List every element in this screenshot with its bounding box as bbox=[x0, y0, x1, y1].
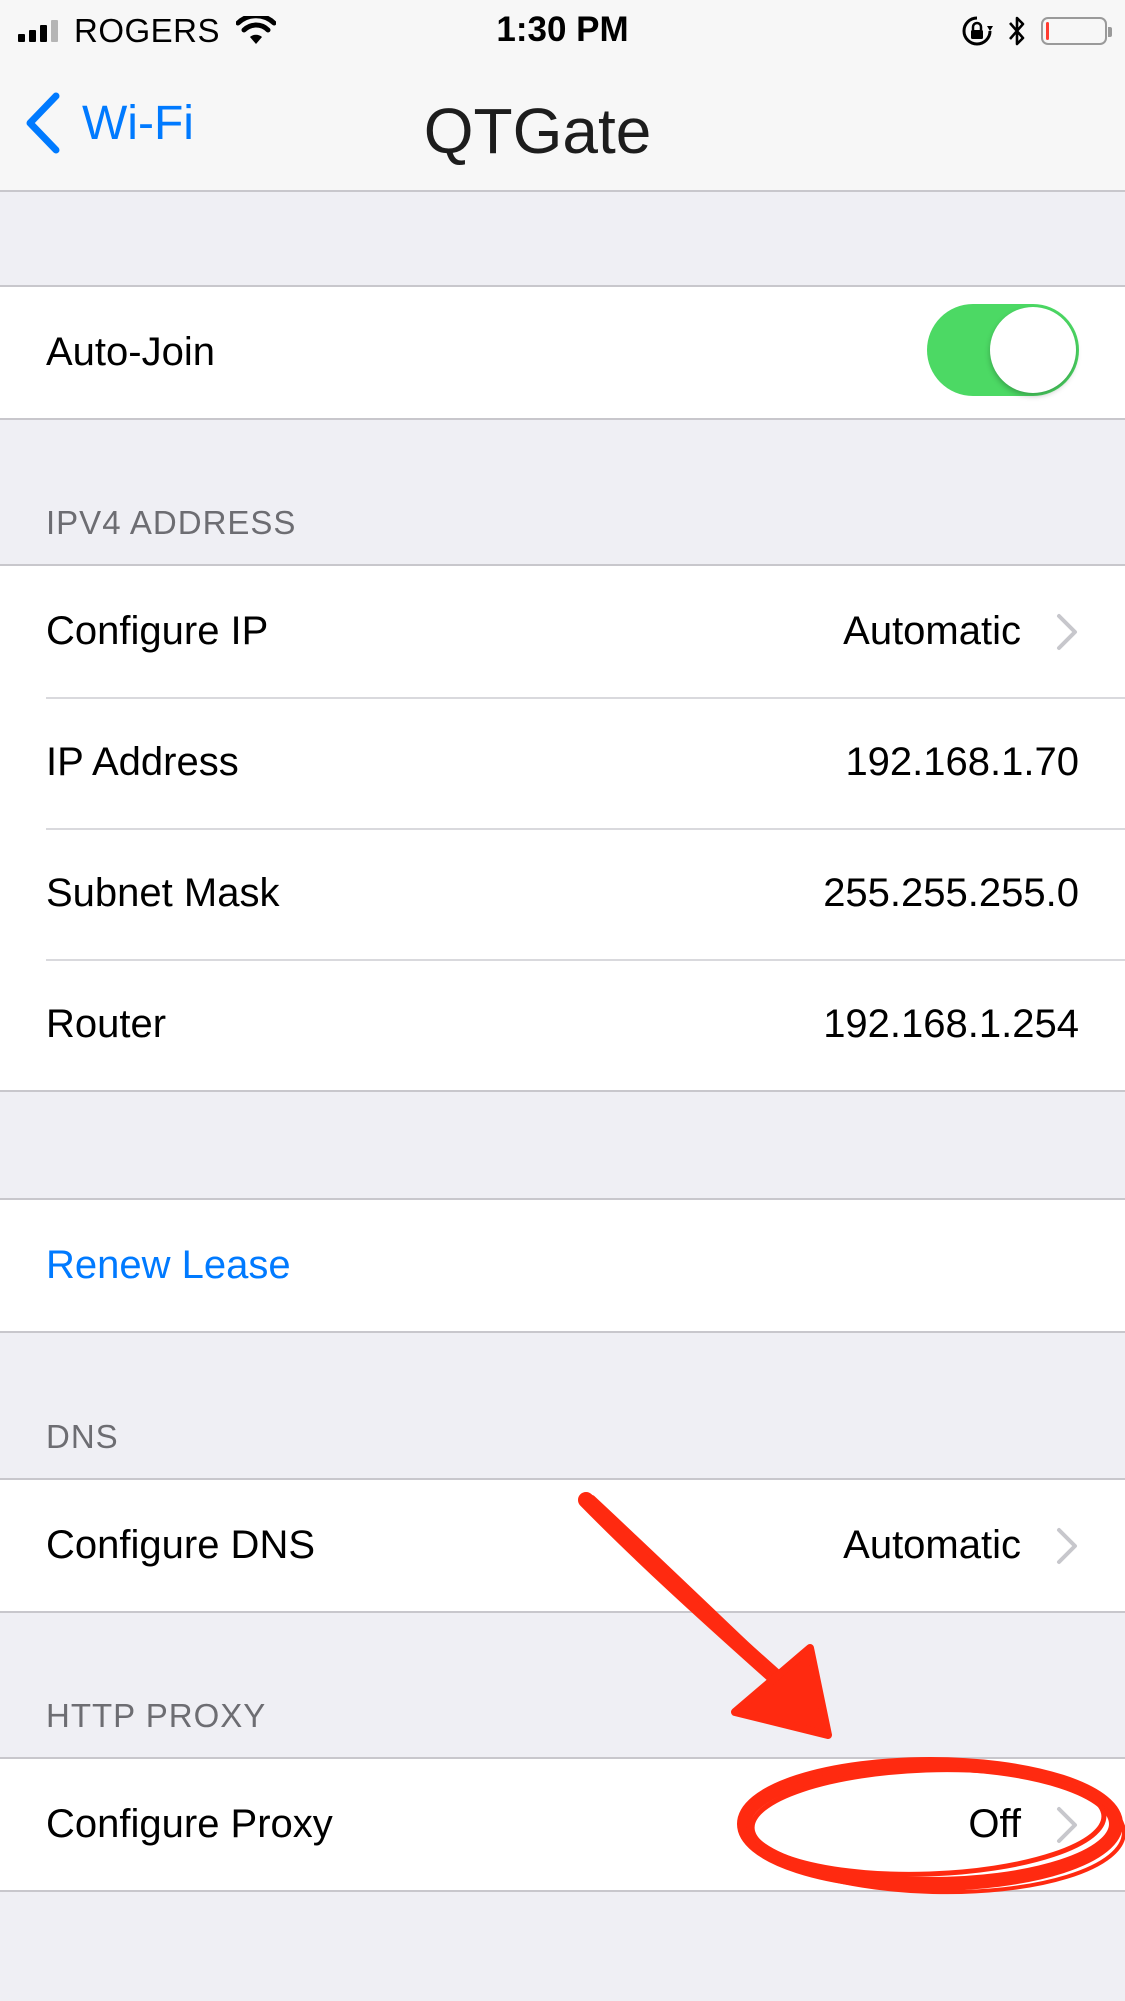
orientation-lock-icon bbox=[962, 16, 993, 46]
chevron-right-icon bbox=[1057, 613, 1077, 650]
http-proxy-group: Configure Proxy Off bbox=[0, 1757, 1125, 1892]
ipv4-section-header: IPV4 ADDRESS bbox=[46, 504, 297, 541]
row-label: IP Address bbox=[46, 740, 239, 784]
auto-join-group: Auto-Join bbox=[0, 285, 1125, 420]
ipv4-group: Configure IP Automatic IP Address 192.16… bbox=[0, 564, 1125, 1092]
row-label: Configure Proxy bbox=[46, 1802, 333, 1846]
row-label: Configure IP bbox=[46, 609, 269, 653]
row-value: Off bbox=[968, 1802, 1021, 1846]
page-title: QTGate bbox=[423, 95, 652, 167]
row-value: 255.255.255.0 bbox=[823, 871, 1079, 915]
auto-join-toggle[interactable] bbox=[927, 304, 1079, 396]
battery-icon bbox=[1041, 17, 1112, 45]
subnet-mask-row: Subnet Mask 255.255.255.0 bbox=[0, 828, 1125, 959]
navigation-bar: Wi-Fi QTGate bbox=[0, 62, 1125, 192]
row-value: 192.168.1.70 bbox=[845, 740, 1079, 784]
status-right-icons bbox=[961, 12, 1112, 50]
auto-join-label: Auto-Join bbox=[46, 330, 215, 374]
row-value: Automatic bbox=[843, 1523, 1021, 1567]
row-label: Subnet Mask bbox=[46, 871, 280, 915]
http-proxy-section-header: HTTP PROXY bbox=[46, 1697, 267, 1734]
row-value: Automatic bbox=[843, 609, 1021, 653]
dns-section-header: DNS bbox=[46, 1418, 119, 1455]
row-label: Router bbox=[46, 1002, 167, 1046]
status-time: 1:30 PM bbox=[496, 10, 629, 49]
chevron-right-icon bbox=[1057, 1806, 1077, 1843]
renew-lease-group: Renew Lease bbox=[0, 1198, 1125, 1333]
row-value: 192.168.1.254 bbox=[823, 1002, 1079, 1046]
dns-group: Configure DNS Automatic bbox=[0, 1478, 1125, 1613]
router-row: Router 192.168.1.254 bbox=[0, 959, 1125, 1090]
renew-lease-button[interactable]: Renew Lease bbox=[46, 1243, 291, 1288]
status-bar: ROGERS 1:30 PM bbox=[0, 0, 1125, 62]
row-label: Configure DNS bbox=[46, 1523, 316, 1567]
bluetooth-icon bbox=[1009, 16, 1025, 46]
configure-dns-row[interactable]: Configure DNS Automatic bbox=[0, 1480, 1125, 1611]
ip-address-row: IP Address 192.168.1.70 bbox=[0, 697, 1125, 828]
configure-proxy-row[interactable]: Configure Proxy Off bbox=[0, 1759, 1125, 1890]
renew-lease-row[interactable]: Renew Lease bbox=[0, 1200, 1125, 1331]
chevron-right-icon bbox=[1057, 1527, 1077, 1564]
auto-join-row: Auto-Join bbox=[0, 287, 1125, 418]
configure-ip-row[interactable]: Configure IP Automatic bbox=[0, 566, 1125, 697]
toggle-knob bbox=[990, 307, 1076, 393]
